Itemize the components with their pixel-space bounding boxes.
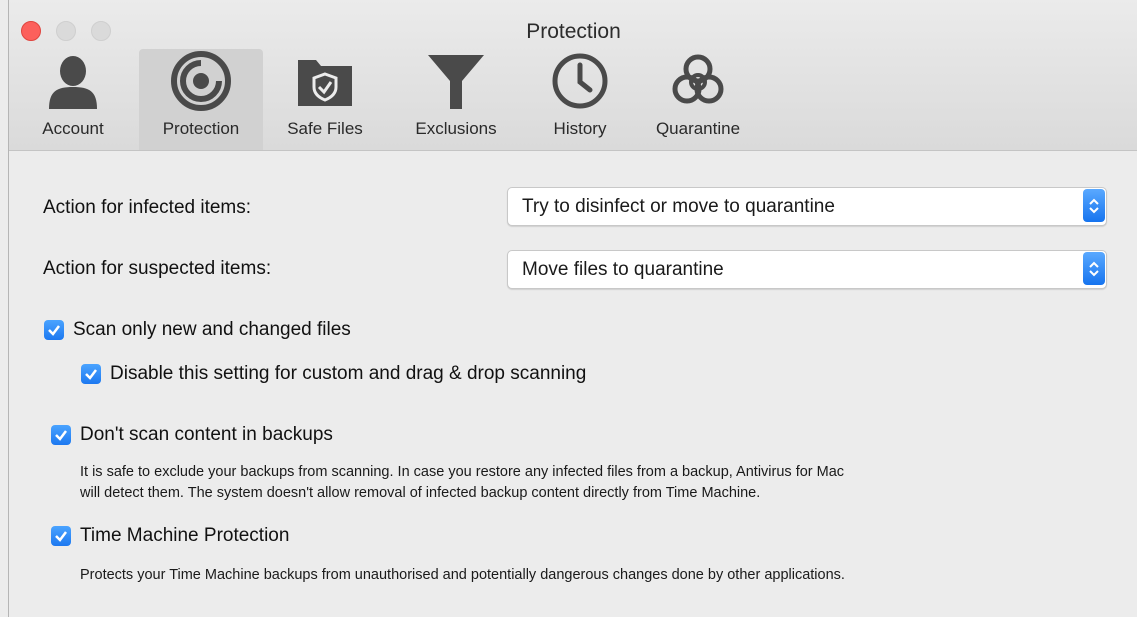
safe-folder-icon	[290, 50, 360, 112]
checkmark-icon	[48, 325, 60, 336]
tab-protection[interactable]: Protection	[139, 49, 263, 150]
checkmark-icon	[55, 531, 67, 542]
checkmark-icon	[55, 430, 67, 441]
backups-checkbox[interactable]	[51, 425, 71, 445]
time-machine-label: Time Machine Protection	[80, 525, 290, 546]
suspected-action-select[interactable]: Move files to quarantine	[507, 250, 1107, 289]
time-machine-description: Protects your Time Machine backups from …	[80, 567, 845, 583]
infected-action-label: Action for infected items:	[43, 197, 252, 218]
tab-exclusions[interactable]: Exclusions	[397, 49, 515, 150]
disable-custom-checkbox[interactable]	[81, 364, 101, 384]
tab-quarantine[interactable]: Quarantine	[643, 49, 753, 150]
suspected-action-label: Action for suspected items:	[43, 258, 272, 279]
checkmark-icon	[85, 369, 97, 380]
clock-icon	[545, 50, 615, 112]
popup-stepper-icon	[1083, 252, 1105, 285]
popup-stepper-icon	[1083, 189, 1105, 222]
window-title: Protection	[526, 20, 621, 43]
time-machine-checkbox[interactable]	[51, 526, 71, 546]
toolbar: Protection Account Protection Safe Files…	[9, 0, 1137, 151]
tab-account[interactable]: Account	[25, 49, 121, 150]
protection-icon	[166, 50, 236, 112]
filter-icon	[421, 50, 491, 112]
backups-description: It is safe to exclude your backups from …	[80, 464, 845, 501]
user-icon	[38, 50, 108, 112]
scan-new-checkbox[interactable]	[44, 320, 64, 340]
scan-new-label: Scan only new and changed files	[73, 319, 351, 340]
tab-safe-files[interactable]: Safe Files	[277, 49, 373, 150]
preferences-window: Protection Account Protection Safe Files…	[8, 0, 1137, 617]
backups-label: Don't scan content in backups	[80, 424, 333, 445]
tab-history[interactable]: History	[535, 49, 625, 150]
infected-action-value: Try to disinfect or move to quarantine	[522, 196, 835, 217]
suspected-action-value: Move files to quarantine	[522, 259, 724, 280]
biohazard-icon	[663, 50, 733, 112]
infected-action-select[interactable]: Try to disinfect or move to quarantine	[507, 187, 1107, 226]
disable-custom-label: Disable this setting for custom and drag…	[110, 363, 587, 384]
